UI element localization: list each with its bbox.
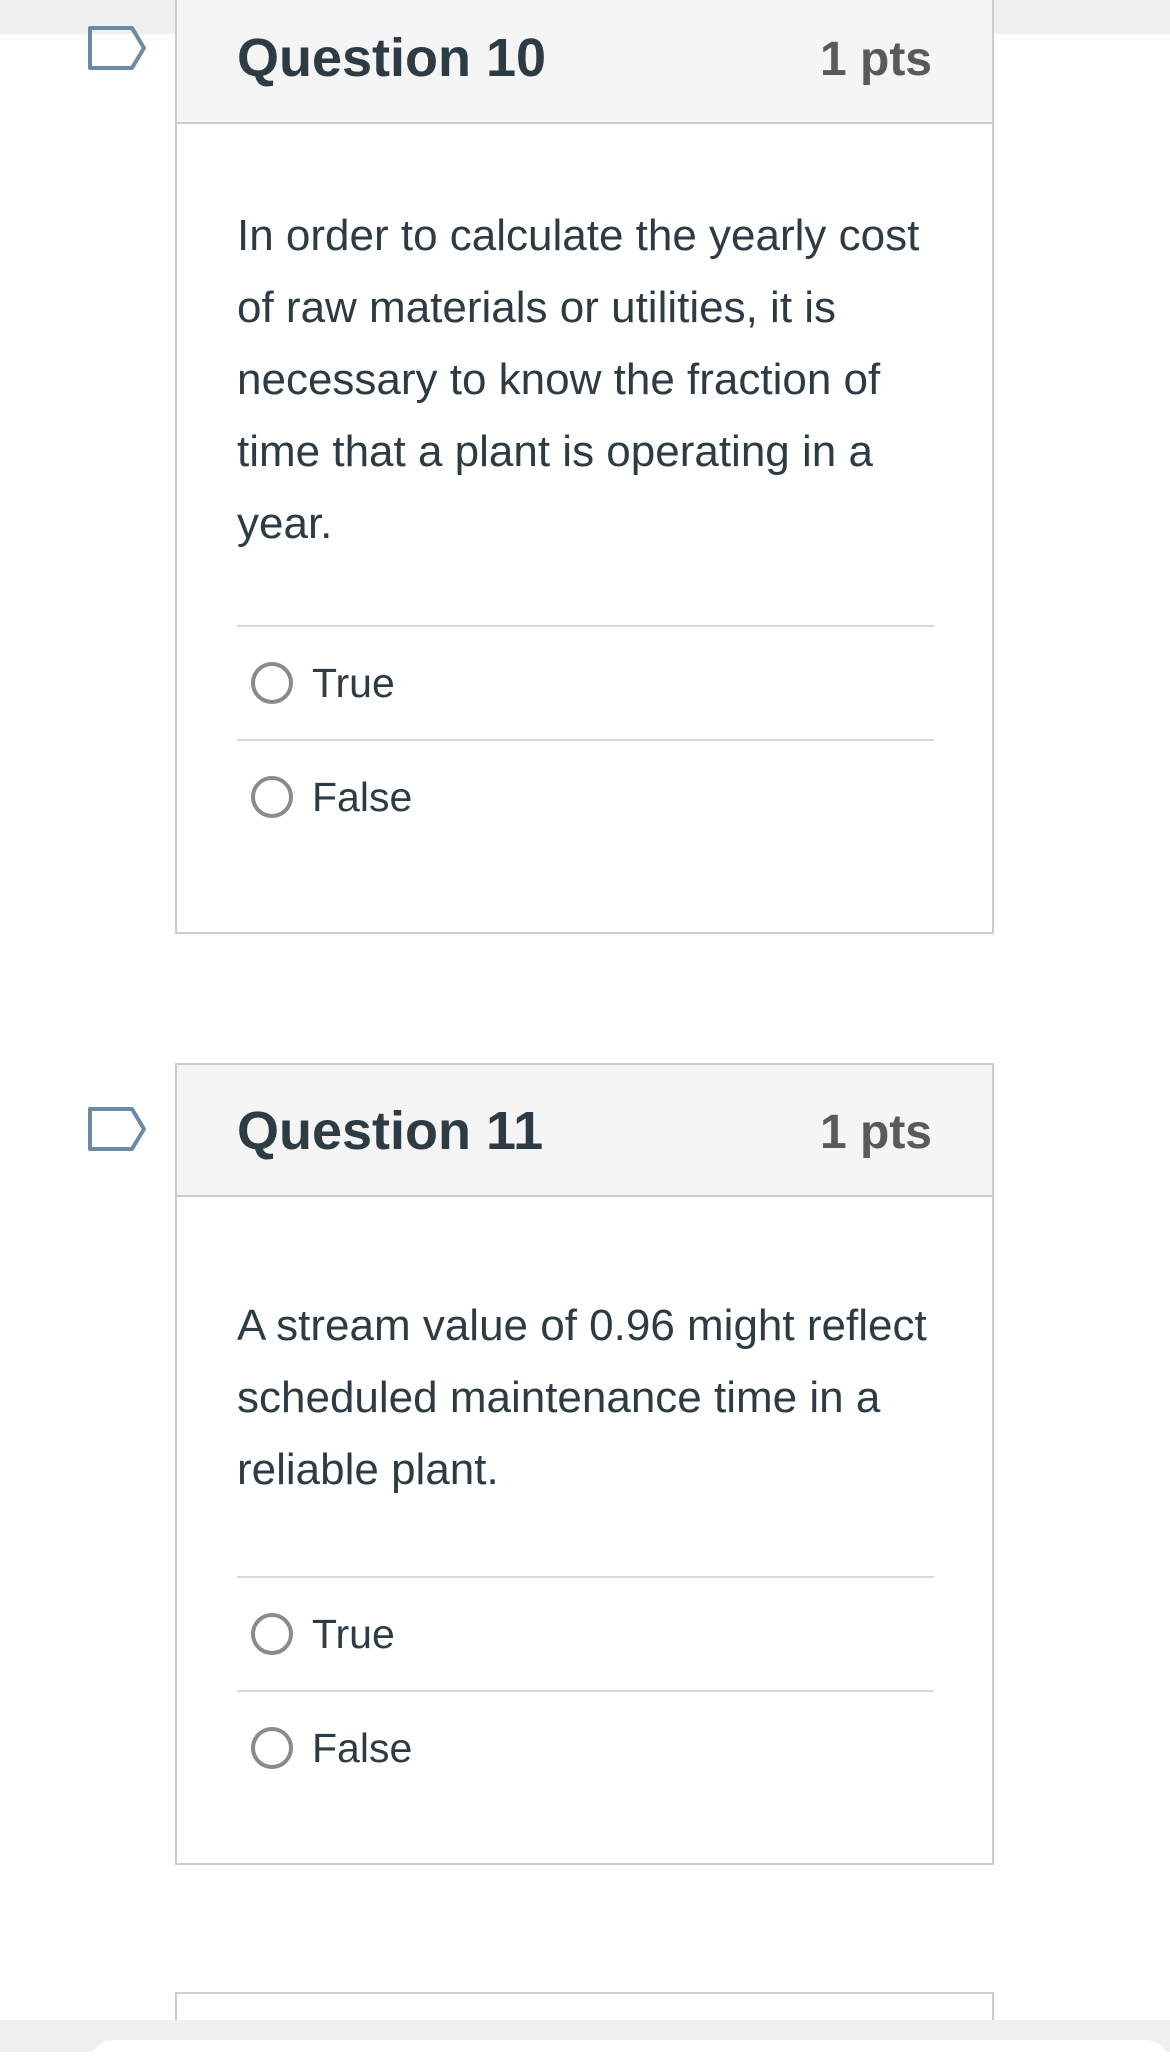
answer-option-true[interactable]: True xyxy=(237,625,934,739)
radio-unselected-icon[interactable] xyxy=(251,662,293,704)
answer-option-true[interactable]: True xyxy=(237,1576,934,1690)
answer-label[interactable]: True xyxy=(312,657,395,709)
radio-unselected-icon[interactable] xyxy=(251,776,293,818)
question-text: In order to calculate the yearly cost of… xyxy=(237,211,920,548)
question-header: Question 11 1 pts xyxy=(177,1065,992,1197)
question-card-10: Question 10 1 pts In order to calculate … xyxy=(175,0,994,934)
question-title: Question 11 xyxy=(237,1101,544,1161)
question-card-11: Question 11 1 pts A stream value of 0.96… xyxy=(175,1063,994,1865)
radio-unselected-icon[interactable] xyxy=(251,1727,293,1769)
flag-question-10-icon[interactable] xyxy=(88,24,148,72)
answer-label[interactable]: False xyxy=(312,1722,412,1774)
radio-unselected-icon[interactable] xyxy=(251,1613,293,1655)
bottom-toolbar xyxy=(90,2040,1170,2070)
answer-label[interactable]: False xyxy=(312,771,412,823)
answer-option-false[interactable]: False xyxy=(237,739,934,853)
answer-label[interactable]: True xyxy=(312,1608,395,1660)
question-text: A stream value of 0.96 might reflect sch… xyxy=(237,1301,927,1494)
answer-option-false[interactable]: False xyxy=(237,1690,934,1804)
flag-question-11-icon[interactable] xyxy=(88,1105,148,1153)
question-header: Question 10 1 pts xyxy=(177,0,992,124)
question-points: 1 pts xyxy=(819,1106,932,1159)
question-title: Question 10 xyxy=(237,28,547,88)
question-points: 1 pts xyxy=(819,33,932,86)
